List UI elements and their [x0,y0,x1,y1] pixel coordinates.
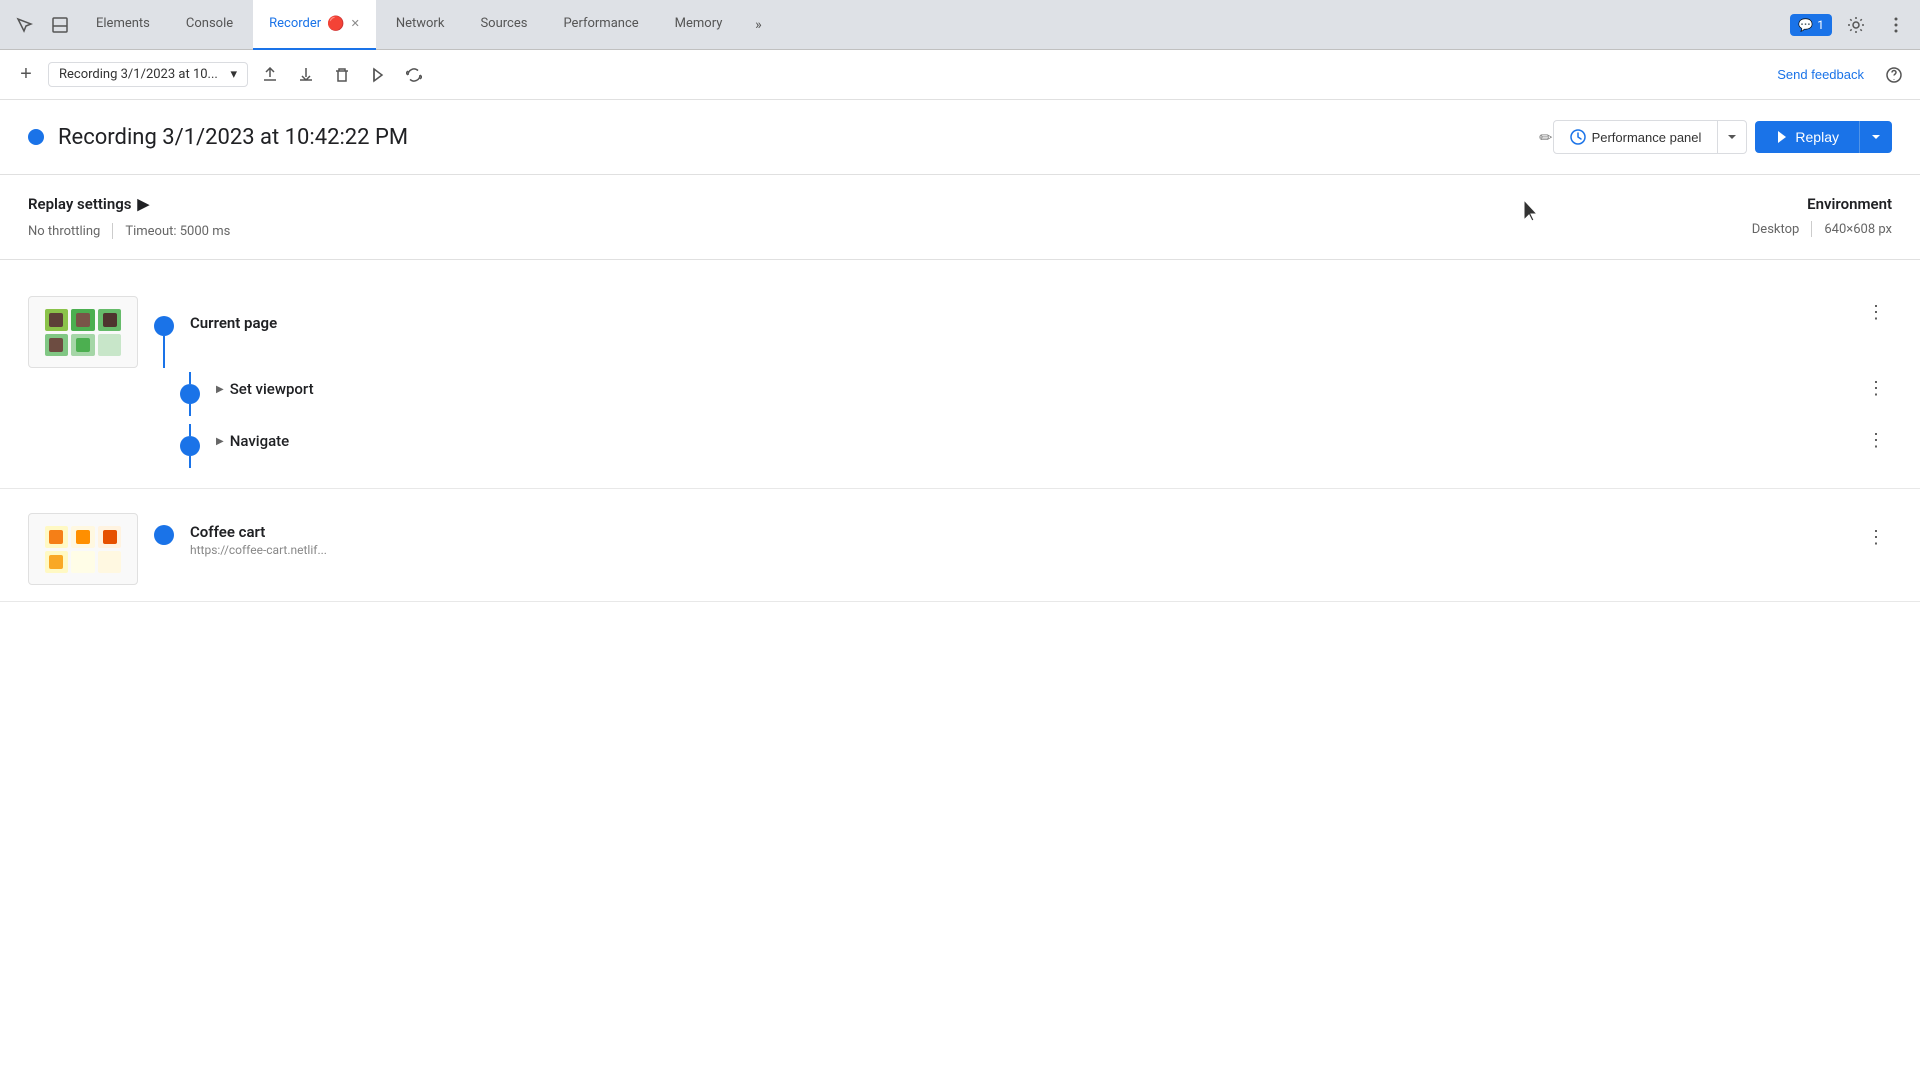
substeps-container: ▶ Set viewport ⋮ [180,368,1920,472]
current-page-screenshot [28,296,138,368]
settings-gear-button[interactable] [1840,9,1872,41]
tab-performance[interactable]: Performance [547,0,654,50]
env-separator [1811,221,1812,237]
replay-step-button[interactable] [364,61,392,89]
recording-title: Recording 3/1/2023 at 10:42:22 PM [58,125,1529,150]
coffee-cart-dot [154,525,174,545]
settings-separator [112,223,113,239]
tab-bar-right: 💬 1 [1790,9,1912,41]
tab-elements[interactable]: Elements [80,0,166,50]
settings-left: Replay settings ▶ No throttling Timeout:… [28,195,1752,239]
navigate-chevron: ▶ [216,436,224,447]
current-page-row: Current page ⋮ [0,296,1920,368]
tab-memory[interactable]: Memory [659,0,739,50]
help-button[interactable] [1880,61,1908,89]
coffee-cart-more-button[interactable]: ⋮ [1860,521,1892,553]
coffee-cart-screenshot [28,513,138,585]
replay-settings-section: Replay settings ▶ No throttling Timeout:… [0,175,1920,260]
set-viewport-content: ▶ Set viewport [216,372,1860,416]
navigate-dot [180,436,200,456]
settings-details: No throttling Timeout: 5000 ms [28,223,1752,239]
coffee-cart-row: Coffee cart https://coffee-cart.netlif..… [0,505,1920,585]
send-feedback-button[interactable]: Send feedback [1769,63,1872,86]
tab-console[interactable]: Console [170,0,249,50]
performance-panel-label: Performance panel [1592,130,1702,145]
tab-bar: Elements Console Recorder 🔴 ✕ Network So… [0,0,1920,50]
add-recording-button[interactable]: + [12,61,40,89]
dropdown-chevron-icon: ▾ [230,67,237,82]
current-page-more-button[interactable]: ⋮ [1860,296,1892,328]
cursor-icon[interactable] [8,9,40,41]
tab-bar-left: Elements Console Recorder 🔴 ✕ Network So… [8,0,1790,50]
navigate-content: ▶ Navigate [216,424,1860,468]
navigate-row: ▶ Navigate ⋮ [180,420,1920,472]
settings-right: Environment Desktop 640×608 px [1752,195,1892,237]
settings-chevron-icon: ▶ [137,195,149,213]
chat-badge[interactable]: 💬 1 [1790,14,1832,36]
tab-recorder[interactable]: Recorder 🔴 ✕ [253,0,376,50]
navigate-more-button[interactable]: ⋮ [1860,424,1892,456]
timeline-col [154,296,174,368]
dock-icon[interactable] [44,9,76,41]
device-value: Desktop [1752,222,1800,237]
replay-button-group: Replay [1755,121,1892,153]
recording-selector[interactable]: Recording 3/1/2023 at 10... ▾ [48,62,248,87]
performance-panel-group: Performance panel [1553,120,1748,154]
more-tabs-button[interactable]: » [742,9,774,41]
loop-recording-button[interactable] [400,61,428,89]
set-viewport-chevron: ▶ [216,384,224,395]
recording-status-dot [28,129,44,145]
timeline-line [163,336,165,368]
tab-close-recorder[interactable]: ✕ [351,17,360,30]
navigate-title[interactable]: ▶ Navigate [216,432,1860,450]
step-group-coffee-cart: Coffee cart https://coffee-cart.netlif..… [0,489,1920,602]
replay-dropdown-button[interactable] [1859,121,1892,153]
performance-panel-dropdown[interactable] [1717,121,1746,153]
tab-sources[interactable]: Sources [464,0,543,50]
download-recording-button[interactable] [292,61,320,89]
set-viewport-title[interactable]: ▶ Set viewport [216,380,1860,398]
chat-icon: 💬 [1798,18,1813,32]
main-content: Recording 3/1/2023 at 10:42:22 PM ✏ Perf… [0,100,1920,1080]
upload-recording-button[interactable] [256,61,284,89]
step-group-current-page: Current page ⋮ [0,280,1920,489]
set-viewport-dot [180,384,200,404]
recorder-toolbar: + Recording 3/1/2023 at 10... ▾ [0,50,1920,100]
coffee-cart-timeline [154,505,174,545]
current-page-dot [154,316,174,336]
current-page-content: Current page [190,296,1860,368]
current-page-title: Current page [190,314,1860,332]
coffee-cart-content: Coffee cart https://coffee-cart.netlif..… [190,505,1860,557]
timeout-value: Timeout: 5000 ms [125,224,230,239]
resolution-value: 640×608 px [1824,222,1892,237]
replay-button[interactable]: Replay [1755,121,1859,153]
set-viewport-more-button[interactable]: ⋮ [1860,372,1892,404]
recording-header: Recording 3/1/2023 at 10:42:22 PM ✏ Perf… [0,100,1920,175]
environment-details: Desktop 640×608 px [1752,221,1892,237]
steps-section: Current page ⋮ [0,260,1920,622]
coffee-cart-subtitle: https://coffee-cart.netlif... [190,543,1860,557]
edit-title-icon[interactable]: ✏ [1539,128,1552,147]
delete-recording-button[interactable] [328,61,356,89]
coffee-cart-title: Coffee cart [190,523,1860,541]
header-actions: Performance panel Replay [1553,120,1892,154]
replay-label: Replay [1795,129,1839,145]
more-options-button[interactable] [1880,9,1912,41]
tab-network[interactable]: Network [380,0,461,50]
environment-label: Environment [1807,195,1892,213]
replay-settings-title[interactable]: Replay settings ▶ [28,195,1752,213]
set-viewport-row: ▶ Set viewport ⋮ [180,368,1920,420]
throttling-value: No throttling [28,224,100,239]
performance-panel-button[interactable]: Performance panel [1554,121,1718,153]
